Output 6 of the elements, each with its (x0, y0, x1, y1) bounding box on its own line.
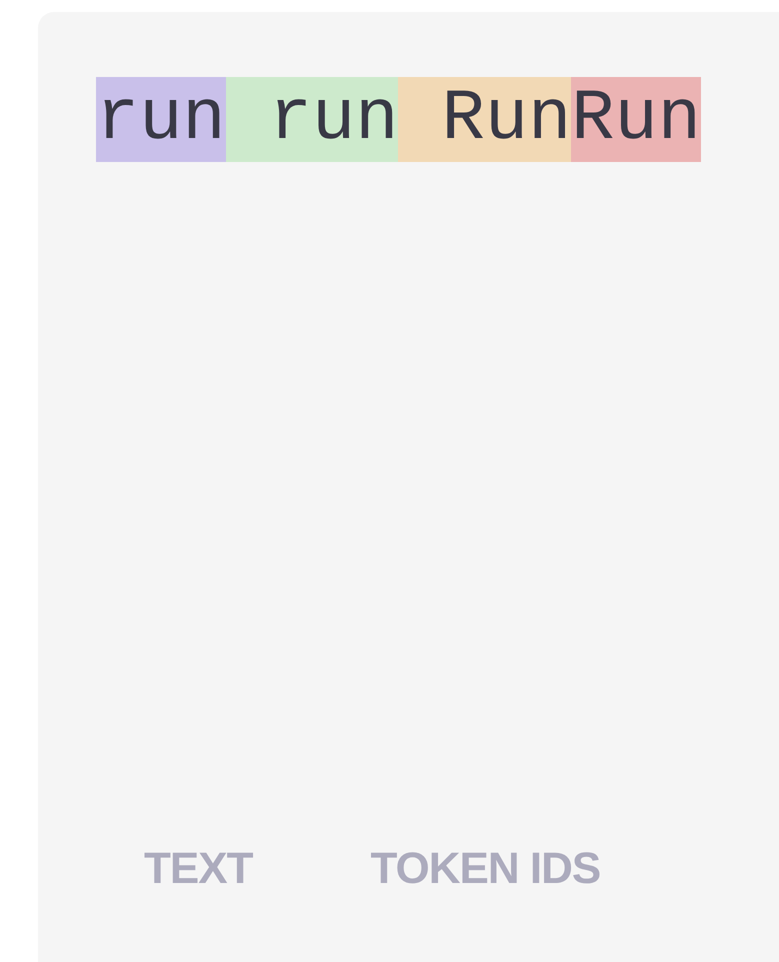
token: Run (571, 77, 701, 162)
view-toggle-button[interactable]: TEXT (144, 841, 252, 897)
view-toggle-button[interactable]: TOKEN IDS (370, 841, 600, 897)
token: run (226, 77, 398, 162)
token: run (96, 77, 226, 162)
token: Run (398, 77, 572, 162)
